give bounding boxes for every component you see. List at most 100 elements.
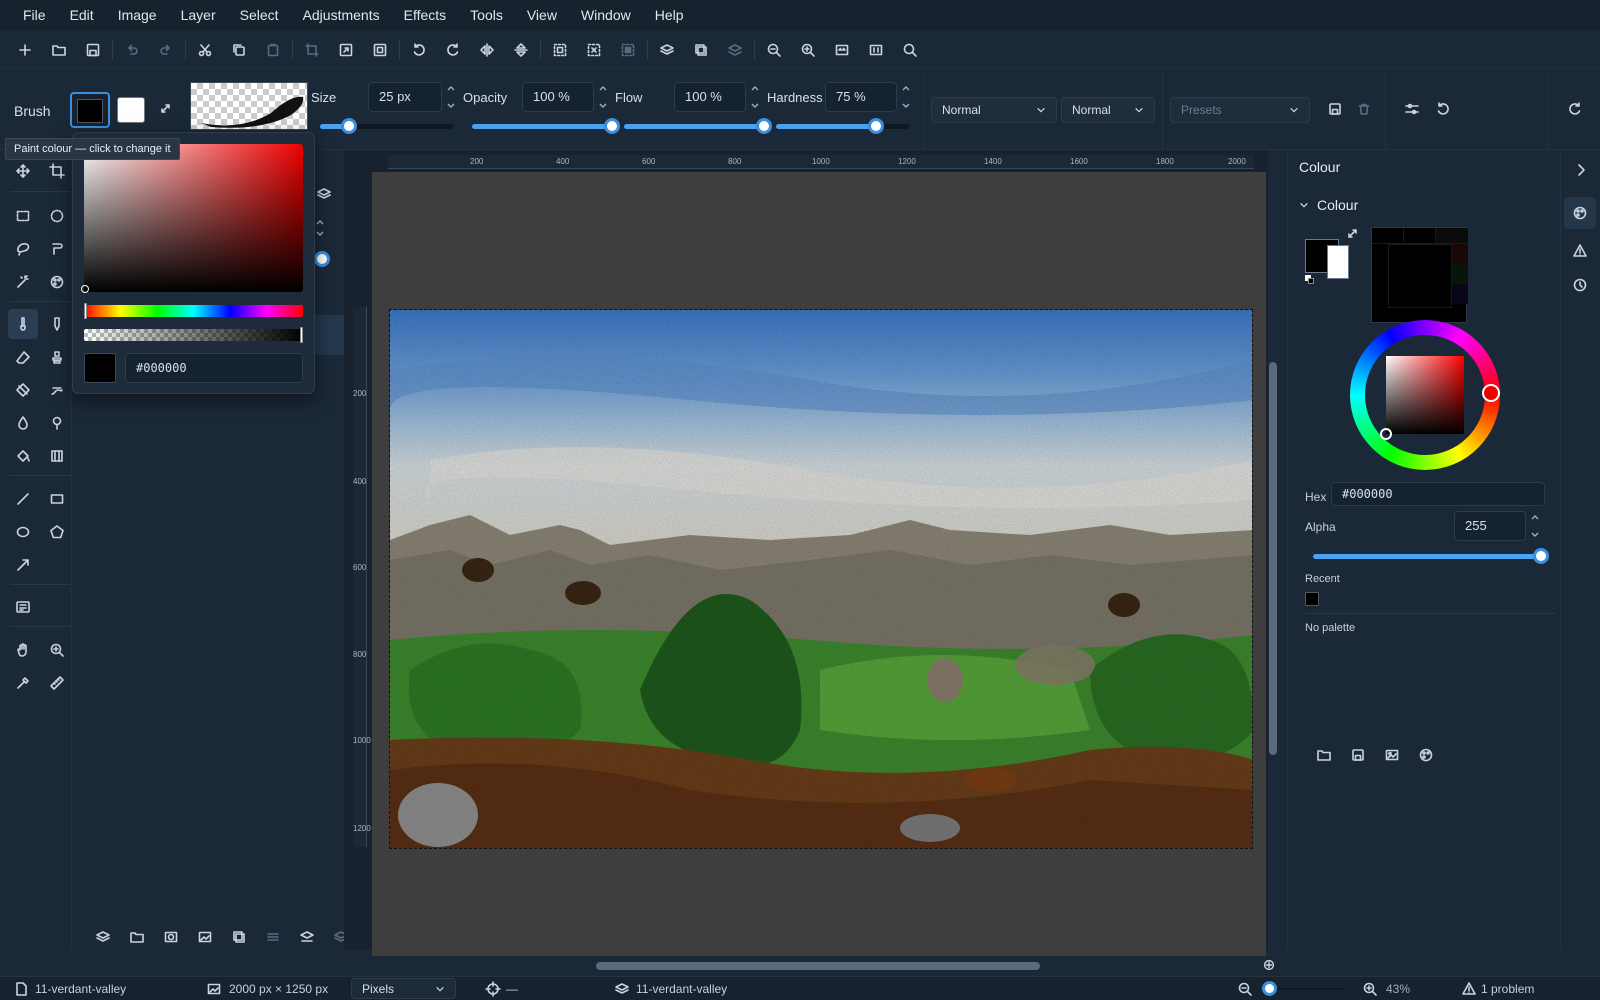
alpha-slider[interactable] [1313, 554, 1541, 559]
alpha-slider-knob[interactable] [1533, 548, 1549, 564]
zoom-slider-knob[interactable] [1262, 981, 1277, 996]
brush-preview[interactable] [190, 82, 308, 130]
colour-history-cell[interactable] [1436, 228, 1468, 244]
lasso-select-icon[interactable] [42, 201, 72, 231]
colour-wheel[interactable] [1350, 320, 1500, 470]
hex-input[interactable]: #000000 [1331, 482, 1545, 506]
colour-history-cell[interactable] [1372, 228, 1404, 244]
settings-sliders-icon[interactable] [1395, 92, 1429, 126]
rotate-left-icon[interactable] [402, 33, 436, 67]
magic-wand-icon[interactable] [8, 267, 38, 297]
colour-history-cell[interactable] [1404, 228, 1436, 244]
colour-history-cell[interactable] [1452, 244, 1468, 264]
open-palette-icon[interactable] [1307, 738, 1341, 772]
layer-opacity-stepper[interactable] [314, 216, 328, 242]
refresh-icon[interactable] [1558, 92, 1592, 126]
open-file-icon[interactable] [42, 33, 76, 67]
flow-stepper[interactable] [749, 82, 761, 112]
colour-select-icon[interactable] [42, 267, 72, 297]
palette-icon[interactable] [1409, 738, 1443, 772]
freeform-lasso-icon[interactable] [8, 234, 38, 264]
duplicate-layer-icon[interactable] [684, 33, 718, 67]
primary-colour-swatch[interactable] [70, 92, 110, 128]
reset-colours-icon[interactable] [1305, 275, 1315, 285]
layers-icon[interactable] [312, 182, 336, 206]
secondary-colour-swatch[interactable] [117, 97, 145, 123]
colour-section-header[interactable]: Colour [1299, 197, 1358, 213]
blend-mode-dropdown[interactable]: Normal [931, 97, 1057, 123]
menu-layer[interactable]: Layer [169, 0, 228, 31]
opacity-input[interactable]: 100 % [522, 82, 594, 112]
zoom-tool-icon[interactable] [42, 635, 72, 665]
blur-tool-icon[interactable] [8, 408, 38, 438]
alpha-slider[interactable] [84, 329, 303, 341]
swap-colours-icon[interactable] [150, 93, 182, 125]
saturation-value-handle[interactable] [1380, 428, 1392, 440]
gradient-tool-icon[interactable] [8, 375, 38, 405]
background-swatch[interactable] [1327, 245, 1349, 279]
units-dropdown[interactable]: Pixels [351, 978, 456, 999]
chevron-right-icon[interactable] [1565, 158, 1597, 182]
reset-icon[interactable] [1426, 92, 1460, 126]
document-image[interactable] [389, 309, 1253, 849]
add-layer-icon[interactable] [650, 33, 684, 67]
crop-tool-icon[interactable] [42, 156, 72, 186]
save-icon[interactable] [76, 33, 110, 67]
menu-select[interactable]: Select [228, 0, 291, 31]
undo-icon[interactable] [115, 33, 149, 67]
saturation-value-handle[interactable] [81, 285, 89, 293]
layer-mask-icon[interactable] [156, 922, 186, 952]
paint-bucket-icon[interactable] [8, 441, 38, 471]
problems-count[interactable]: 1 problem [1481, 982, 1534, 996]
size-input[interactable]: 25 px [368, 82, 442, 112]
menu-adjustments[interactable]: Adjustments [291, 0, 392, 31]
line-tool-icon[interactable] [8, 484, 38, 514]
ellipse-tool-icon[interactable] [8, 517, 38, 547]
eyedropper-icon[interactable] [8, 668, 38, 698]
new-file-icon[interactable] [8, 33, 42, 67]
opacity-slider-knob[interactable] [604, 118, 620, 134]
arrow-tool-icon[interactable] [8, 550, 38, 580]
saturation-value-field[interactable] [84, 144, 303, 292]
hardness-slider[interactable] [776, 124, 909, 129]
new-group-icon[interactable] [122, 922, 152, 952]
polygon-tool-icon[interactable] [42, 517, 72, 547]
resize-canvas-icon[interactable] [363, 33, 397, 67]
text-tool-icon[interactable] [8, 592, 38, 622]
canvas-navigator-icon[interactable] [1262, 958, 1276, 972]
magnetic-lasso-icon[interactable] [42, 234, 72, 264]
cut-icon[interactable] [188, 33, 222, 67]
rotate-right-icon[interactable] [436, 33, 470, 67]
zoom-fit-icon[interactable] [825, 33, 859, 67]
flatten-icon[interactable] [292, 922, 322, 952]
resize-image-icon[interactable] [329, 33, 363, 67]
colour-history-cell[interactable] [1452, 284, 1468, 304]
colour-history-main[interactable] [1388, 244, 1452, 308]
new-layer-icon[interactable] [88, 922, 118, 952]
redo-icon[interactable] [149, 33, 183, 67]
zoom-in-icon[interactable] [791, 33, 825, 67]
merge-down-icon[interactable] [258, 922, 288, 952]
flow-slider[interactable] [624, 124, 764, 129]
warnings-panel-tab-icon[interactable] [1564, 235, 1596, 267]
recent-colour-swatch[interactable] [1305, 592, 1319, 606]
hue-handle[interactable] [1482, 384, 1500, 402]
select-all-icon[interactable] [543, 33, 577, 67]
menu-file[interactable]: File [11, 0, 58, 31]
smudge-tool-icon[interactable] [42, 375, 72, 405]
pencil-tool-icon[interactable] [42, 309, 72, 339]
opacity-stepper[interactable] [597, 82, 609, 112]
duplicate-layer-icon[interactable] [224, 922, 254, 952]
history-panel-tab-icon[interactable] [1564, 269, 1596, 301]
composite-mode-dropdown[interactable]: Normal [1061, 97, 1155, 123]
opacity-slider[interactable] [472, 124, 612, 129]
alpha-slider-handle[interactable] [300, 327, 303, 343]
swap-colours-icon[interactable] [1345, 226, 1361, 242]
flip-vertical-icon[interactable] [504, 33, 538, 67]
dodge-tool-icon[interactable] [42, 408, 72, 438]
hardness-slider-knob[interactable] [868, 118, 884, 134]
move-tool-icon[interactable] [8, 156, 38, 186]
zoom-out-icon[interactable] [757, 33, 791, 67]
flow-input[interactable]: 100 % [674, 82, 746, 112]
rectangle-select-icon[interactable] [8, 201, 38, 231]
